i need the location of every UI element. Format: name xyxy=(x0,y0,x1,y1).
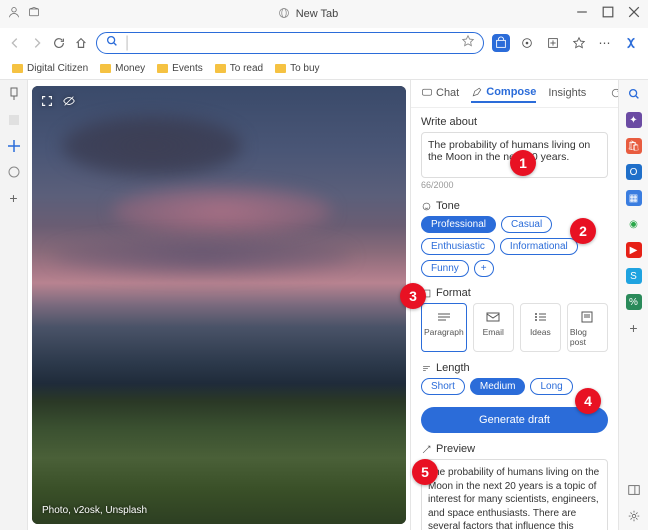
shopping-icon[interactable] xyxy=(492,34,510,52)
sidebar-office-icon[interactable]: ▦ xyxy=(626,190,642,206)
tone-funny[interactable]: Funny xyxy=(421,260,469,277)
preview-label: Preview xyxy=(421,443,608,455)
sidebar-outlook-icon[interactable]: O xyxy=(626,164,642,180)
profile-icon[interactable] xyxy=(8,5,20,23)
bookmark-folder[interactable]: Money xyxy=(100,63,145,74)
extensions-icon[interactable] xyxy=(518,34,536,52)
tab-favicon xyxy=(278,7,290,22)
favorite-icon[interactable] xyxy=(461,34,475,53)
home-button[interactable] xyxy=(74,36,88,50)
sidebar-shopping-icon[interactable]: 🛍 xyxy=(626,138,642,154)
forward-button[interactable] xyxy=(30,36,44,50)
tab-compose[interactable]: Compose xyxy=(471,86,536,103)
expand-icon[interactable] xyxy=(40,94,54,113)
sidebar-tools-icon[interactable]: ✦ xyxy=(626,112,642,128)
panel-tabs: Chat Compose Insights ⋯ xyxy=(411,80,618,108)
bookmark-folder[interactable]: Events xyxy=(157,63,203,74)
menu-icon[interactable]: ⋯ xyxy=(596,34,614,52)
back-button[interactable] xyxy=(8,36,22,50)
browser-toolbar: | ⋯ xyxy=(0,28,648,58)
format-email[interactable]: Email xyxy=(473,303,514,352)
tone-add[interactable]: + xyxy=(474,260,494,277)
write-about-label: Write about xyxy=(421,116,608,128)
copilot-icon[interactable] xyxy=(622,34,640,52)
folder-icon xyxy=(275,64,286,73)
tone-label: Tone xyxy=(421,200,608,212)
tone-informational[interactable]: Informational xyxy=(500,238,578,255)
tab-insights[interactable]: Insights xyxy=(548,87,586,102)
format-paragraph[interactable]: Paragraph xyxy=(421,303,467,352)
folder-icon xyxy=(100,64,111,73)
workspace-icon[interactable] xyxy=(28,5,40,23)
folder-icon xyxy=(157,64,168,73)
callout-1: 1 xyxy=(510,150,536,176)
folder-icon xyxy=(12,64,23,73)
tab-title: New Tab xyxy=(296,8,339,20)
sidebar-collapse-icon[interactable] xyxy=(626,482,642,498)
tab-pin-icon[interactable] xyxy=(6,86,22,102)
length-long[interactable]: Long xyxy=(530,378,572,395)
refresh-button[interactable] xyxy=(52,36,66,50)
format-label: Format xyxy=(421,287,608,299)
address-input[interactable] xyxy=(135,37,455,49)
tab-item[interactable] xyxy=(6,112,22,128)
close-button[interactable] xyxy=(628,5,640,23)
sidebar-app-icon[interactable]: % xyxy=(626,294,642,310)
photo-credit: Photo, v2osk, Unsplash xyxy=(42,505,147,516)
tab-item[interactable] xyxy=(6,138,22,154)
right-sidebar: ✦ 🛍 O ▦ ◉ ▶ S % + xyxy=(618,80,648,530)
sidebar-youtube-icon[interactable]: ▶ xyxy=(626,242,642,258)
bookmark-folder[interactable]: To read xyxy=(215,63,263,74)
minimize-button[interactable] xyxy=(576,5,588,23)
newtab-background: Photo, v2osk, Unsplash xyxy=(32,86,406,524)
format-ideas[interactable]: Ideas xyxy=(520,303,561,352)
search-icon xyxy=(105,34,119,53)
bookmarks-bar: Digital Citizen Money Events To read To … xyxy=(0,58,648,80)
callout-3: 3 xyxy=(400,283,426,309)
callout-2: 2 xyxy=(570,218,596,244)
bookmark-folder[interactable]: Digital Citizen xyxy=(12,63,88,74)
sidebar-games-icon[interactable]: ◉ xyxy=(626,216,642,232)
format-blogpost[interactable]: Blog post xyxy=(567,303,608,352)
char-count: 66/2000 xyxy=(421,180,608,190)
preview-output: The probability of humans living on the … xyxy=(421,459,608,530)
length-short[interactable]: Short xyxy=(421,378,465,395)
bookmark-folder[interactable]: To buy xyxy=(275,63,319,74)
vertical-tabs: + xyxy=(0,80,28,530)
maximize-button[interactable] xyxy=(602,5,614,23)
sidebar-add-icon[interactable]: + xyxy=(626,320,642,336)
window-titlebar: New Tab xyxy=(0,0,648,28)
tone-enthusiastic[interactable]: Enthusiastic xyxy=(421,238,495,255)
folder-icon xyxy=(215,64,226,73)
sidebar-settings-icon[interactable] xyxy=(626,508,642,524)
collections-icon[interactable] xyxy=(544,34,562,52)
tone-casual[interactable]: Casual xyxy=(501,216,552,233)
length-medium[interactable]: Medium xyxy=(470,378,526,395)
tab-item[interactable] xyxy=(6,164,22,180)
visibility-icon[interactable] xyxy=(62,94,76,113)
callout-4: 4 xyxy=(575,388,601,414)
new-tab-button[interactable]: + xyxy=(6,190,22,206)
favorites-icon[interactable] xyxy=(570,34,588,52)
compose-panel: Chat Compose Insights ⋯ Write about The … xyxy=(410,80,618,530)
address-bar[interactable]: | xyxy=(96,32,484,54)
tone-professional[interactable]: Professional xyxy=(421,216,496,233)
tab-chat[interactable]: Chat xyxy=(421,87,459,102)
sidebar-skype-icon[interactable]: S xyxy=(626,268,642,284)
length-label: Length xyxy=(421,362,608,374)
callout-5: 5 xyxy=(412,459,438,485)
sidebar-search-icon[interactable] xyxy=(626,86,642,102)
